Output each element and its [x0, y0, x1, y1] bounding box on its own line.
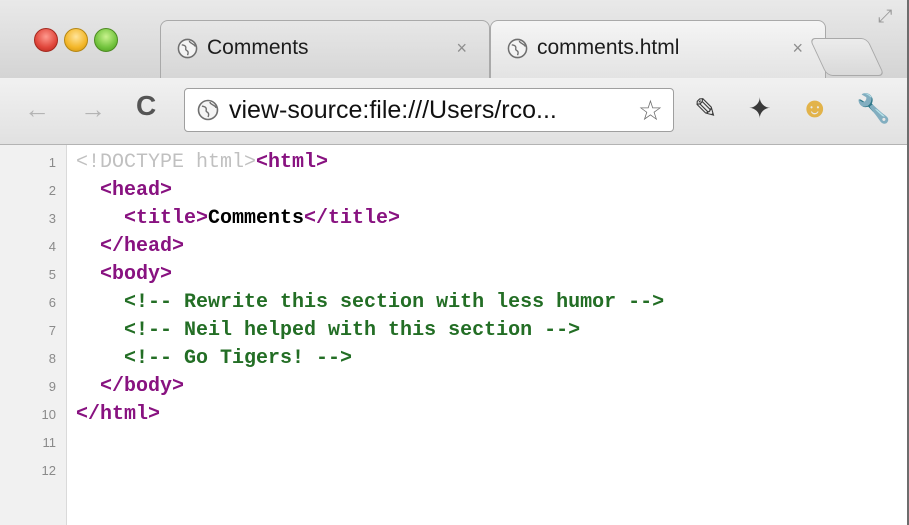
globe-icon [507, 38, 528, 59]
line-number: 11 [42, 435, 57, 450]
source-line: 3 <title>Comments</title> [0, 207, 909, 231]
browser-window: Comments × comments.html × ⤢ ← → C view-… [0, 0, 909, 525]
tag-token: <head> [100, 179, 173, 202]
line-number: 1 [48, 155, 56, 170]
source-code: <!-- Rewrite this section with less humo… [76, 291, 664, 315]
line-number: 6 [48, 295, 56, 310]
toolbar: ← → C view-source:file:///Users/rco... ☆… [0, 78, 909, 145]
fullscreen-icon[interactable]: ⤢ [878, 6, 892, 27]
settings-wrench-icon[interactable]: 🔧 [856, 92, 891, 125]
reload-button[interactable]: C [136, 90, 156, 122]
line-number: 12 [41, 463, 56, 478]
line-number: 10 [41, 407, 56, 422]
source-line: 9 </body> [0, 375, 909, 399]
source-code: <!-- Go Tigers! --> [76, 347, 352, 371]
pin-extension-icon[interactable]: ✦ [748, 92, 771, 125]
tag-token: </title> [304, 207, 401, 230]
text-token: Comments [208, 207, 305, 230]
source-code: <head> [76, 179, 172, 203]
source-line: 2 <head> [0, 179, 909, 203]
tab-comments[interactable]: Comments × [160, 20, 490, 78]
tab-label: comments.html [537, 36, 680, 59]
forward-button[interactable]: → [80, 94, 106, 125]
comment-token: <!-- Rewrite this section with less humo… [124, 291, 665, 314]
source-code: <!DOCTYPE html><html> [76, 151, 328, 175]
bookmark-star-icon[interactable]: ☆ [638, 94, 663, 127]
tab-comments-html[interactable]: comments.html × [490, 20, 826, 78]
tag-token: </body> [100, 375, 185, 398]
tag-token: <body> [100, 263, 173, 286]
source-code: <body> [76, 263, 172, 287]
address-bar[interactable]: view-source:file:///Users/rco... ☆ [184, 88, 674, 132]
source-code: <title>Comments</title> [76, 207, 400, 231]
minimize-window-button[interactable] [64, 28, 88, 52]
comment-token: <!-- Go Tigers! --> [124, 347, 353, 370]
line-number: 8 [48, 351, 56, 366]
source-code: </html> [76, 403, 160, 427]
globe-icon [197, 99, 219, 121]
line-number: 9 [48, 379, 56, 394]
tab-close-button[interactable]: × [456, 38, 467, 59]
source-line: 12 [0, 459, 909, 483]
source-line: 8 <!-- Go Tigers! --> [0, 347, 909, 371]
tag-token: <html> [256, 151, 329, 174]
line-number: 3 [48, 211, 56, 226]
line-number: 5 [48, 267, 56, 282]
zoom-window-button[interactable] [94, 28, 118, 52]
line-number: 2 [48, 183, 56, 198]
close-window-button[interactable] [34, 28, 58, 52]
tag-token: </html> [76, 403, 161, 426]
tab-label: Comments [207, 36, 309, 59]
back-button[interactable]: ← [24, 94, 50, 125]
tag-token: <title> [124, 207, 209, 230]
tag-token: </head> [100, 235, 185, 258]
tab-close-button[interactable]: × [792, 38, 803, 59]
owl-extension-icon[interactable]: ☻ [800, 92, 829, 124]
line-number: 4 [48, 239, 56, 254]
source-line: 4 </head> [0, 235, 909, 259]
globe-icon [177, 38, 198, 59]
tab-strip: Comments × comments.html × ⤢ [0, 0, 909, 79]
source-line: 1 <!DOCTYPE html><html> [0, 151, 909, 175]
source-line: 11 [0, 431, 909, 455]
url-text: view-source:file:///Users/rco... [229, 96, 557, 124]
source-code: </head> [76, 235, 184, 259]
wrench-tool-icon[interactable]: ✎ [694, 92, 717, 125]
source-line: 10 </html> [0, 403, 909, 427]
line-number: 7 [48, 323, 56, 338]
source-line: 5 <body> [0, 263, 909, 287]
source-line: 7 <!-- Neil helped with this section --> [0, 319, 909, 343]
source-code: <!-- Neil helped with this section --> [76, 319, 580, 343]
source-line: 6 <!-- Rewrite this section with less hu… [0, 291, 909, 315]
source-code: </body> [76, 375, 184, 399]
doctype-token: <!DOCTYPE html> [76, 151, 257, 174]
comment-token: <!-- Neil helped with this section --> [124, 319, 581, 342]
